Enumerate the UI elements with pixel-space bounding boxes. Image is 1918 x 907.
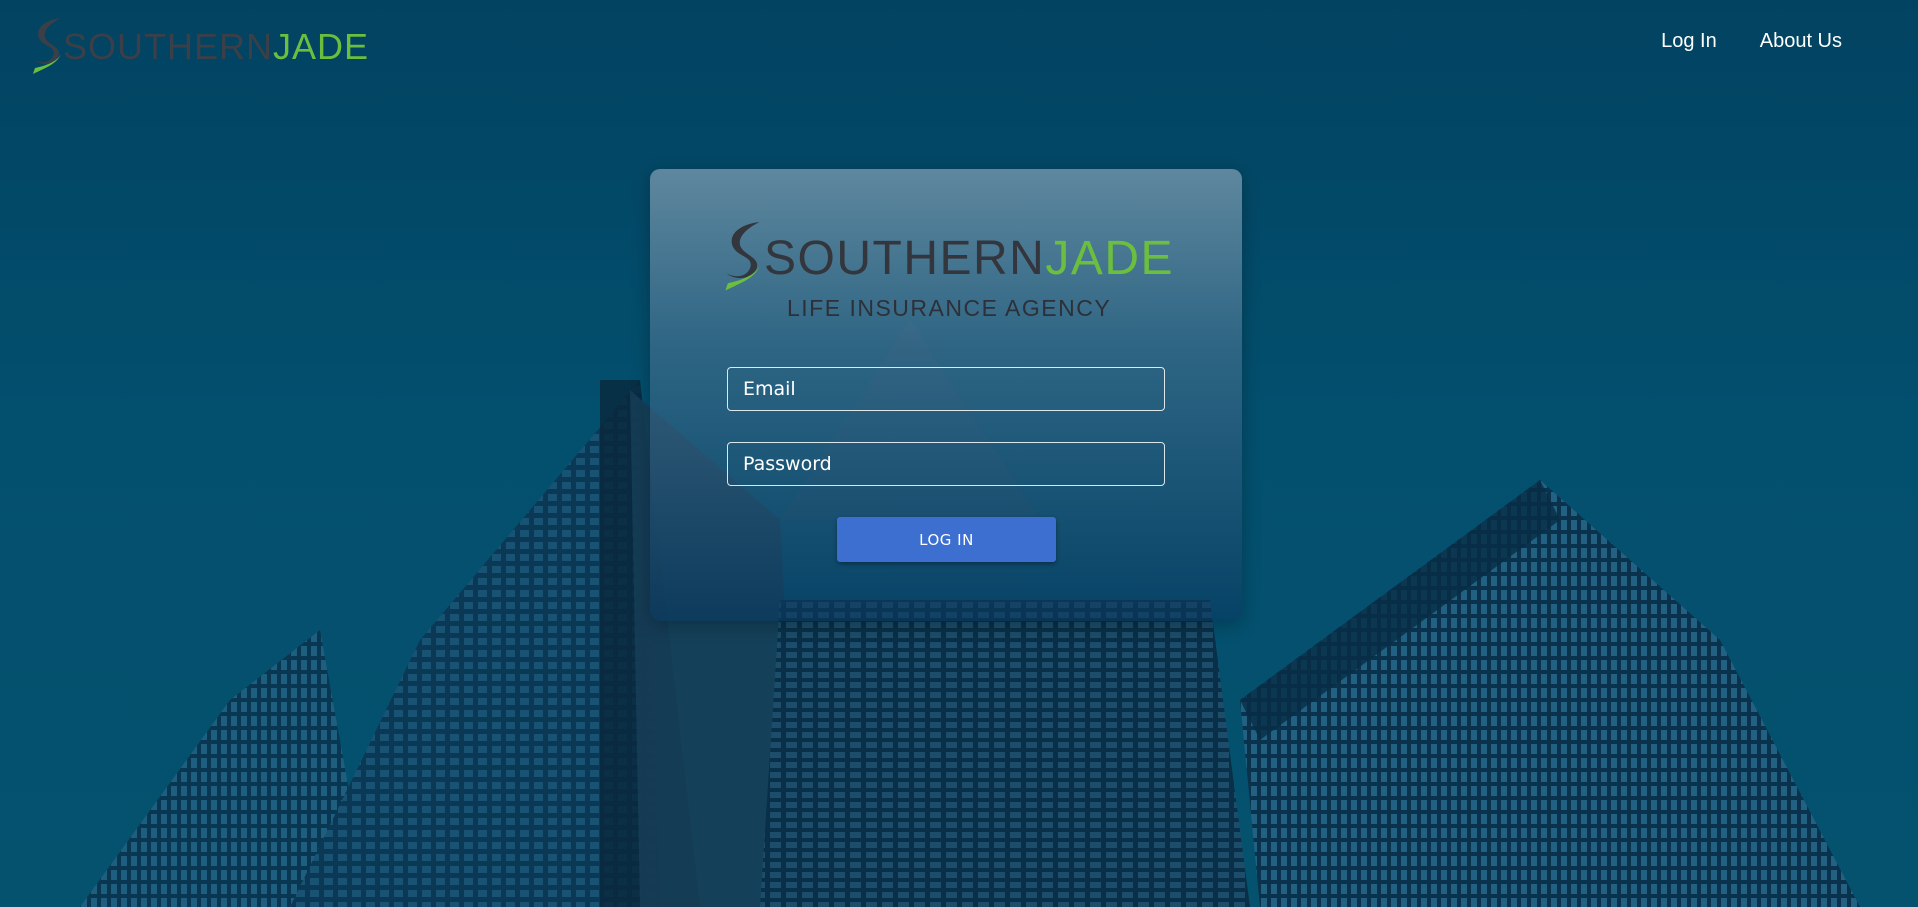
brand-wordmark: SOUTHERNJADE xyxy=(63,25,369,65)
login-card: SOUTHERNJADE LIFE INSURANCE AGENCY LOG I… xyxy=(650,169,1242,621)
top-navbar: SOUTHERNJADE Log In About Us xyxy=(0,0,1918,90)
card-logo-text-southern: SOUTHERN xyxy=(764,232,1046,285)
card-logo-text-jade: JADE xyxy=(1045,232,1175,285)
nav-menu: Log In About Us xyxy=(1661,30,1842,53)
password-field[interactable] xyxy=(727,442,1165,486)
nav-about-us-link[interactable]: About Us xyxy=(1760,30,1842,53)
card-logo-wordmark: SOUTHERNJADE xyxy=(764,227,1174,283)
brand-text-southern: SOUTHERN xyxy=(63,26,274,67)
card-logo: SOUTHERNJADE LIFE INSURANCE AGENCY xyxy=(718,217,1178,321)
login-button[interactable]: LOG IN xyxy=(837,517,1056,562)
brand-logo[interactable]: SOUTHERNJADE xyxy=(31,14,369,76)
nav-login-link[interactable]: Log In xyxy=(1661,30,1717,53)
card-logo-tagline: LIFE INSURANCE AGENCY xyxy=(787,295,1112,321)
email-field[interactable] xyxy=(727,367,1165,411)
s-swoosh-logo-icon xyxy=(33,18,61,74)
brand-text-jade: JADE xyxy=(273,26,370,67)
